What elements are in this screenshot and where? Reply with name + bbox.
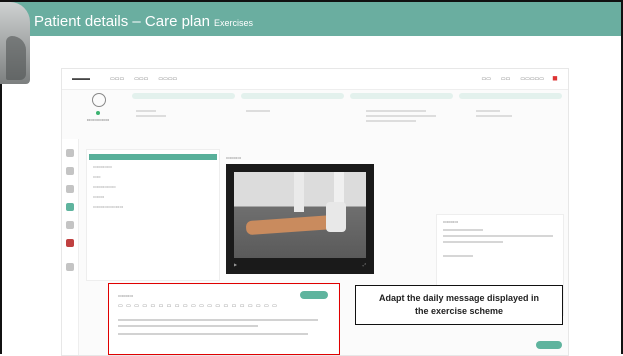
- topbar-link[interactable]: ▭▭: [501, 76, 510, 82]
- info-cell: [366, 107, 456, 122]
- app-topbar-right: ▭▭ ▭▭ ▭▭▭▭▭: [481, 76, 544, 82]
- detail-line: [443, 235, 553, 237]
- tab[interactable]: [459, 93, 562, 99]
- sidebar-icon[interactable]: [66, 167, 74, 175]
- tab[interactable]: [132, 93, 235, 99]
- patient-name-placeholder: ▭▭▭▭▭▭: [86, 117, 110, 122]
- highlight-box: [108, 283, 340, 355]
- detail-line: [443, 229, 483, 231]
- video-controls: ▶ ⤢: [234, 262, 366, 268]
- app-nav: ▭▭▭ ▭▭▭ ▭▭▭▭: [110, 76, 177, 82]
- list-item[interactable]: ▭▭▭: [93, 194, 104, 199]
- header-decoration-shadow: [6, 36, 26, 80]
- detail-line: [443, 255, 473, 257]
- care-plan-tabs: [132, 93, 562, 101]
- callout-line-2: the exercise scheme: [414, 306, 504, 316]
- slide-title: Patient details – Care plan Exercises: [34, 13, 253, 30]
- sidebar-icon[interactable]: [66, 185, 74, 193]
- slide-header: Patient details – Care plan Exercises: [0, 2, 621, 36]
- close-icon[interactable]: ■: [550, 73, 560, 83]
- list-item[interactable]: ▭▭▭▭▭: [93, 164, 112, 169]
- exercise-list-panel: ▭▭▭ ▭▭▭▭▭ ▭▭ ▭▭▭▭▭▭ ▭▭▭ ▭▭▭▭▭▭▭▭: [86, 149, 220, 281]
- callout-box: Adapt the daily message displayed in the…: [355, 285, 563, 325]
- slide-subtitle: Exercises: [213, 18, 253, 28]
- info-cell: [246, 107, 306, 112]
- topbar-link[interactable]: ▭▭: [481, 76, 490, 82]
- sidebar-icon[interactable]: [66, 263, 74, 271]
- play-icon[interactable]: ▶: [234, 262, 237, 267]
- list-item[interactable]: ▭▭▭▭▭▭: [93, 184, 116, 189]
- tab[interactable]: [350, 93, 453, 99]
- callout-line-1: Adapt the daily message displayed in: [378, 293, 540, 303]
- list-item[interactable]: ▭▭▭▭▭▭▭▭: [93, 204, 123, 209]
- patient-info-row: [136, 107, 556, 137]
- app-sidebar: [62, 139, 79, 355]
- info-cell: [136, 107, 196, 117]
- video-frame: [234, 172, 366, 258]
- topbar-user[interactable]: ▭▭▭▭▭: [520, 76, 544, 82]
- sidebar-icon[interactable]: [66, 149, 74, 157]
- detail-line: [443, 241, 503, 243]
- detail-title: ▭▭▭▭: [443, 219, 459, 224]
- exercise-list-header[interactable]: ▭▭▭: [89, 154, 217, 168]
- sidebar-icon-active[interactable]: [66, 203, 74, 211]
- save-button[interactable]: [536, 341, 562, 349]
- nav-item[interactable]: ▭▭▭: [110, 76, 124, 82]
- nav-item[interactable]: ▭▭▭▭: [158, 76, 177, 82]
- video-title: ▭▭▭▭: [226, 155, 242, 160]
- avatar-icon: [92, 93, 106, 107]
- sidebar-icon[interactable]: [66, 239, 74, 247]
- video-foot: [326, 202, 346, 232]
- sidebar-icon[interactable]: [66, 221, 74, 229]
- status-dot: [96, 111, 100, 115]
- video-leg: [245, 214, 337, 236]
- app-topbar: ▬▬▬ ▭▭▭ ▭▭▭ ▭▭▭▭ ▭▭ ▭▭ ▭▭▭▭▭ ■: [62, 69, 568, 90]
- slide-title-text: Patient details – Care plan: [34, 13, 210, 30]
- fullscreen-icon[interactable]: ⤢: [363, 262, 366, 267]
- video-wall: [294, 172, 304, 212]
- patient-card: ▭▭▭▭▭▭: [68, 91, 128, 131]
- nav-item[interactable]: ▭▭▭: [134, 76, 148, 82]
- app-logo: ▬▬▬: [72, 76, 90, 82]
- tab[interactable]: [241, 93, 344, 99]
- info-cell: [476, 107, 536, 117]
- list-item[interactable]: ▭▭: [93, 174, 101, 179]
